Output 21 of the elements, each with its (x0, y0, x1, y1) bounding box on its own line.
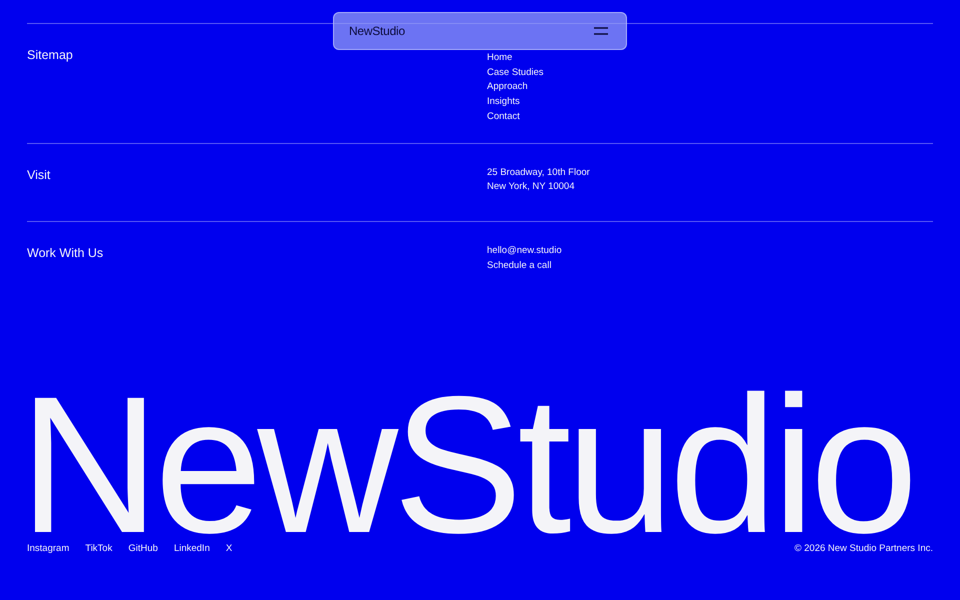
footer-link[interactable]: Case Studies (487, 66, 544, 80)
section-label: Work With Us (27, 246, 104, 260)
social-link[interactable]: TikTok (85, 543, 112, 554)
social-link[interactable]: GitHub (128, 543, 158, 554)
social-link[interactable]: Instagram (27, 543, 70, 554)
logo[interactable]: NewStudio (349, 24, 405, 38)
footer-link[interactable]: hello@new.studio (487, 244, 562, 258)
menu-icon[interactable] (594, 27, 608, 35)
wordmark: NewStudio (19, 387, 913, 543)
footer-link[interactable]: Home (487, 51, 512, 66)
social-link[interactable]: X (226, 543, 232, 554)
section-label: Sitemap (27, 48, 74, 62)
footer-link[interactable]: New York, NY 10004 (487, 180, 574, 195)
footer-link[interactable]: 25 Broadway, 10th Floor (487, 166, 590, 180)
section-label: Visit (27, 168, 52, 182)
copyright: © 2026 New Studio Partners Inc. (794, 543, 933, 554)
footer-link[interactable]: Schedule a call (487, 258, 552, 274)
footer-link[interactable]: Approach (487, 80, 528, 96)
footer-link[interactable]: Contact (487, 110, 520, 125)
social-link[interactable]: LinkedIn (174, 543, 210, 554)
footer-link[interactable]: Insights (487, 95, 520, 110)
